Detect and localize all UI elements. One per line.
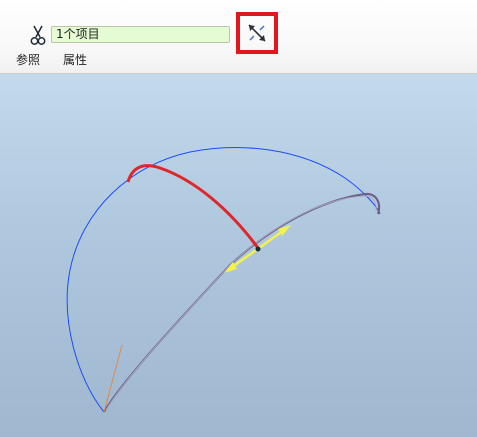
tab-references[interactable]: 参照 — [16, 53, 40, 67]
selection-collector-field[interactable]: 1个项目 — [51, 26, 230, 43]
dashboard-toolbar: 1个项目 参照 属性 — [0, 0, 477, 74]
model-geometry — [66, 147, 381, 413]
graphics-viewport[interactable] — [0, 74, 477, 437]
scissors-icon[interactable] — [29, 24, 47, 46]
flip-direction-icon — [248, 24, 266, 42]
sketch-arc-curve — [66, 147, 381, 413]
direction-arrow-origin — [255, 246, 261, 252]
flip-direction-button[interactable] — [236, 12, 278, 54]
tab-properties[interactable]: 属性 — [63, 53, 87, 67]
origin-line — [103, 344, 123, 413]
selected-curve — [126, 164, 260, 249]
